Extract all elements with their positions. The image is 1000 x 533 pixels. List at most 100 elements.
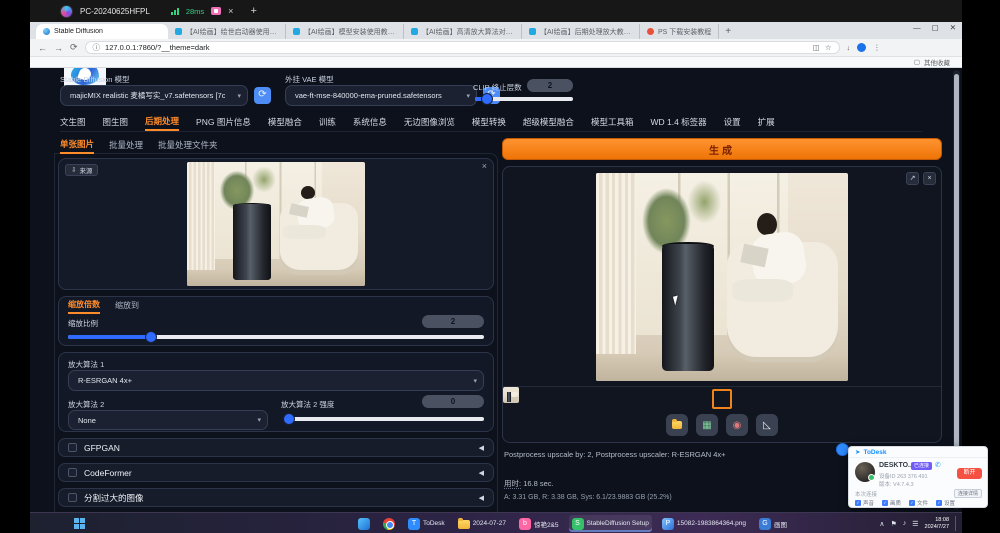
task-view-button[interactable] <box>355 515 373 532</box>
upscaler2-dropdown[interactable]: None ▾ <box>68 410 268 430</box>
browser-tab[interactable]: 【AI绘画】绘世启动器使用教程 - 哔哩哔... <box>168 24 286 39</box>
gfpgan-checkbox[interactable] <box>68 443 77 452</box>
todesk-disconnect-button[interactable]: 断开 <box>957 468 982 479</box>
site-info-icon[interactable]: ⓘ <box>93 42 101 53</box>
remote-tab-close-icon[interactable]: × <box>228 7 233 16</box>
vae-dropdown[interactable]: vae-ft-mse-840000-ema-pruned.safetensors… <box>285 85 477 106</box>
browser-new-tab-button[interactable]: + <box>725 26 731 37</box>
forward-icon[interactable]: → <box>54 43 63 53</box>
toggle-settings[interactable]: ✓设置 <box>936 499 955 507</box>
subtab-batch-process[interactable]: 批量处理 <box>109 139 143 153</box>
close-result-icon[interactable]: × <box>923 172 936 185</box>
back-icon[interactable]: ← <box>38 43 47 53</box>
tab-super-merger[interactable]: 超级模型融合 <box>523 116 574 130</box>
taskbar-todesk[interactable]: T ToDesk <box>405 515 448 532</box>
subtab-single-image[interactable]: 单张图片 <box>60 138 94 154</box>
taskbar-image-file[interactable]: P 15082-1983864364.png <box>659 515 749 532</box>
minimize-button[interactable]: — <box>913 23 921 32</box>
tab-system-info[interactable]: 系统信息 <box>353 116 387 130</box>
remote-screen: PC-20240625HFPL 28ms × + Stable Diffusio… <box>30 0 962 533</box>
tab-png-info[interactable]: PNG 图片信息 <box>196 116 251 130</box>
close-window-button[interactable]: ✕ <box>950 23 956 32</box>
palette-icon: ◉ <box>733 420 742 431</box>
toggle-sound[interactable]: ✓声音 <box>855 499 874 507</box>
remote-new-tab-button[interactable]: + <box>250 5 256 17</box>
other-bookmarks-button[interactable]: 其他收藏 <box>924 57 950 67</box>
clip-skip-value[interactable]: 2 <box>527 79 573 92</box>
tray-network-icon[interactable]: ☰ <box>912 520 918 528</box>
taskbar-folder[interactable]: 2024-07-27 <box>455 515 509 532</box>
maximize-button[interactable]: ▢ <box>932 23 939 32</box>
send-to-extras-button[interactable]: ◺ <box>756 414 778 436</box>
scale-ratio-value[interactable]: 2 <box>422 315 484 328</box>
accordion-gfpgan[interactable]: GFPGAN ◀ <box>58 438 494 457</box>
taskbar-chrome[interactable] <box>380 515 398 532</box>
toggle-file[interactable]: ✓文件 <box>909 499 928 507</box>
expand-result-icon[interactable]: ↗ <box>906 172 919 185</box>
tab-txt2img[interactable]: 文生图 <box>60 116 86 130</box>
taskbar-app-pink[interactable]: b 惊艳2&5 <box>516 515 562 532</box>
phone-icon[interactable]: ✆ <box>935 461 941 469</box>
tray-speaker-icon[interactable]: ♪ <box>903 520 907 527</box>
source-image-dropzone[interactable]: ⇩ 来源 × <box>58 158 494 290</box>
todesk-device-name: DESKTO... <box>879 462 914 469</box>
open-folder-button[interactable] <box>666 414 688 436</box>
upscaler2-strength-slider[interactable] <box>287 417 484 421</box>
split-oversized-checkbox[interactable] <box>68 493 77 502</box>
upscaler2-strength-value[interactable]: 0 <box>422 395 484 408</box>
gallery-thumbnail[interactable] <box>712 389 732 409</box>
scale-ratio-slider[interactable] <box>68 335 484 339</box>
tab-model-converter[interactable]: 模型转换 <box>472 116 506 130</box>
reload-icon[interactable]: ⟳ <box>70 42 78 53</box>
page-scrollbar[interactable] <box>953 70 960 510</box>
setup-icon: S <box>572 518 584 530</box>
start-button[interactable] <box>74 518 85 529</box>
taskbar-clock[interactable]: 18:08 2024/7/27 <box>925 517 949 530</box>
tab-wd-tagger[interactable]: WD 1.4 标签器 <box>650 116 706 130</box>
tray-flag-icon[interactable]: ⚑ <box>890 520 896 528</box>
codeformer-checkbox[interactable] <box>68 468 77 477</box>
tab-extensions[interactable]: 扩展 <box>758 116 775 130</box>
toggle-quality[interactable]: ✓画质 <box>882 499 901 507</box>
taskbar-paint[interactable]: G 画图 <box>756 515 790 532</box>
translate-icon[interactable]: ◫ <box>813 43 820 52</box>
quality-badge-icon[interactable] <box>211 7 221 15</box>
browser-menu-icon[interactable]: ⋮ <box>873 43 881 52</box>
tab-scale-by[interactable]: 缩放倍数 <box>68 299 100 314</box>
tab-model-toolkit[interactable]: 模型工具箱 <box>591 116 634 130</box>
address-bar[interactable]: ⓘ 127.0.0.1:7860/?__theme=dark ◫ ☆ <box>85 41 840 54</box>
notification-center-button[interactable] <box>955 516 958 531</box>
browser-tab[interactable]: PS 下载安装教程 <box>640 24 719 39</box>
todesk-detail-button[interactable]: 连接详情 <box>954 489 982 498</box>
tray-chevron-icon[interactable]: ∧ <box>879 520 884 528</box>
tab-checkpoint-merger[interactable]: 模型融合 <box>268 116 302 130</box>
subtab-batch-folder[interactable]: 批量处理文件夹 <box>158 139 218 153</box>
tab-img2img[interactable]: 图生图 <box>103 116 129 130</box>
browser-tab-active[interactable]: Stable Diffusion <box>36 24 168 39</box>
upscaler1-dropdown[interactable]: R-ESRGAN 4x+ ▾ <box>68 370 484 391</box>
tab-extras[interactable]: 后期处理 <box>145 115 179 131</box>
save-image-button[interactable]: ▦ <box>696 414 718 436</box>
downloads-icon[interactable]: ↓ <box>847 43 851 52</box>
bookmark-star-icon[interactable]: ☆ <box>825 43 832 52</box>
todesk-toggles: ✓声音 ✓画质 ✓文件 ✓设置 <box>855 499 982 507</box>
tab-infinite-browser[interactable]: 无边图像浏览 <box>404 116 455 130</box>
tab-train[interactable]: 训练 <box>319 116 336 130</box>
accordion-split-oversized[interactable]: 分割过大的图像 ◀ <box>58 488 494 507</box>
browser-tab[interactable]: 【AI绘画】后期处理放大教程 - 哔哩哔... <box>522 24 640 39</box>
taskbar-sd-setup[interactable]: S StableDiffusion Setup <box>569 515 652 532</box>
profile-avatar[interactable] <box>857 43 866 52</box>
browser-tab[interactable]: 【AI绘画】模型安装使用教程 - 哔哩哔... <box>286 24 404 39</box>
clear-source-image-icon[interactable]: × <box>482 161 487 171</box>
scale-group: 缩放倍数 缩放到 缩放比例 2 <box>58 296 494 346</box>
result-image[interactable] <box>596 173 848 381</box>
browser-tab[interactable]: 【AI绘画】高清放大算法对比 - 哔哩哔... <box>404 24 522 39</box>
send-to-img2img-button[interactable]: ◉ <box>726 414 748 436</box>
tab-scale-to[interactable]: 缩放到 <box>115 300 139 313</box>
generate-button[interactable]: 生成 <box>502 138 942 160</box>
tab-settings[interactable]: 设置 <box>724 116 741 130</box>
accordion-codeformer[interactable]: CodeFormer ◀ <box>58 463 494 482</box>
refresh-model-button[interactable]: ⟳ <box>254 87 271 104</box>
clip-skip-slider[interactable] <box>475 97 573 101</box>
sd-model-dropdown[interactable]: majicMIX realistic 麦橘写实_v7.safetensors [… <box>60 85 248 106</box>
